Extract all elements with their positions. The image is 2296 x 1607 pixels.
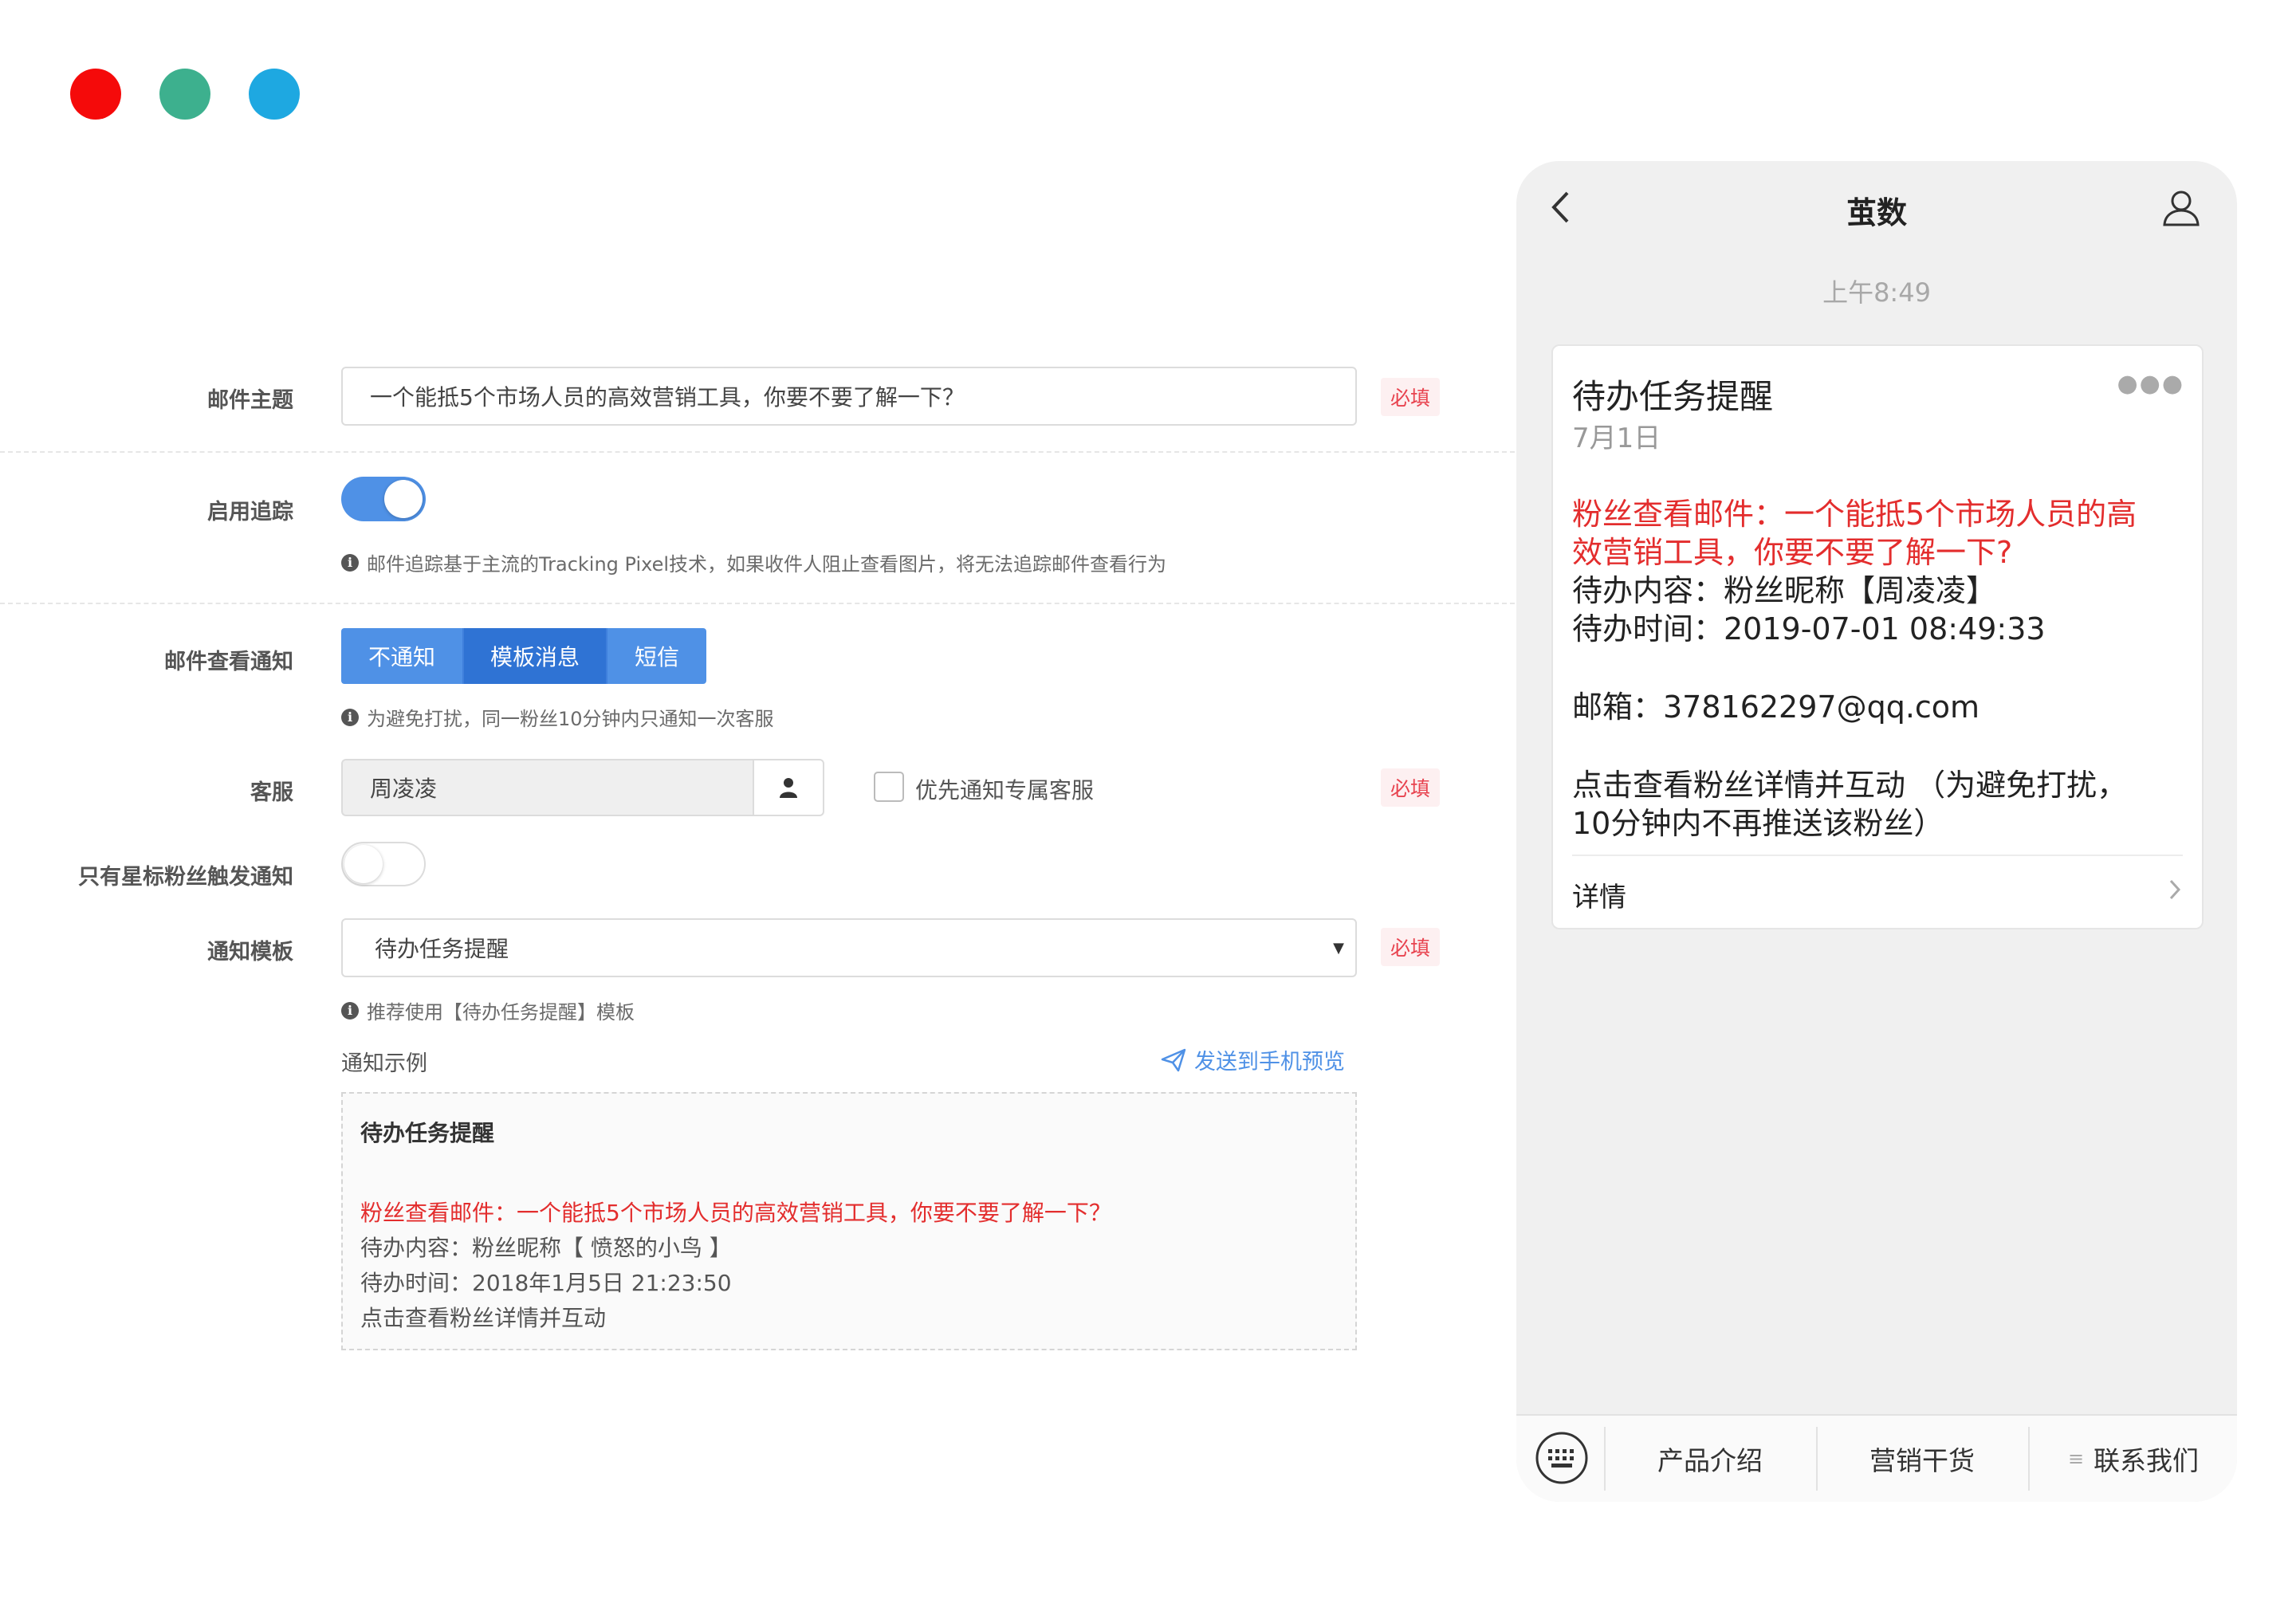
subject-input[interactable]: 一个能抵5个市场人员的高效营销工具，你要不要了解一下？: [341, 367, 1357, 426]
card-date: 7月1日: [1572, 422, 1661, 454]
tracking-toggle[interactable]: [341, 477, 426, 521]
keyboard-icon[interactable]: [1534, 1430, 1590, 1486]
template-required-badge: 必填: [1381, 928, 1440, 966]
example-title: 待办任务提醒: [360, 1120, 495, 1146]
tracking-label: 启用追踪: [207, 500, 293, 525]
agent-input[interactable]: 周凌凌: [341, 759, 754, 816]
notify-segmented-control[interactable]: 不通知 模板消息 短信: [341, 628, 706, 684]
caret-down-icon: ▼: [1333, 939, 1344, 957]
menu-list-icon: ≡: [2067, 1448, 2085, 1470]
paper-plane-icon: [1161, 1048, 1186, 1071]
card-separator: [1572, 855, 2183, 856]
profile-icon[interactable]: [2162, 190, 2200, 226]
subject-required-badge: 必填: [1381, 378, 1440, 416]
notify-label: 邮件查看通知: [164, 650, 293, 674]
example-line-action: 点击查看粉丝详情并互动: [360, 1305, 607, 1331]
template-select-value: 待办任务提醒: [375, 936, 509, 962]
example-red-line: 粉丝查看邮件：一个能抵5个市场人员的高效营销工具，你要不要了解一下？: [360, 1200, 1111, 1226]
example-line-time: 待办时间：2018年1月5日 21:23:50: [360, 1270, 732, 1296]
minimize-dot[interactable]: [159, 69, 210, 120]
starred-toggle[interactable]: [341, 842, 426, 886]
agent-label: 客服: [250, 780, 293, 805]
chevron-right-icon: [2169, 879, 2181, 900]
tracking-hint-text: 邮件追踪基于主流的Tracking Pixel技术，如果收件人阻止查看图片，将无…: [367, 553, 1167, 576]
maximize-dot[interactable]: [249, 69, 300, 120]
toggle-knob: [344, 845, 383, 883]
chat-title: 茧数: [1846, 195, 1907, 230]
notify-hint-text: 为避免打扰，同一粉丝10分钟内只通知一次客服: [367, 708, 774, 730]
message-time: 上午8:49: [1822, 277, 1931, 308]
user-icon: [780, 778, 797, 798]
menu-tab-marketing[interactable]: 营销干货: [1818, 1416, 2027, 1502]
menu-tab-contact-label: 联系我们: [2094, 1445, 2200, 1476]
tracking-hint: i 邮件追踪基于主流的Tracking Pixel技术，如果收件人阻止查看图片，…: [341, 548, 1166, 576]
card-red-line-2: 效营销工具，你要不要了解一下?: [1572, 535, 2013, 570]
notification-example-box: 待办任务提醒 粉丝查看邮件：一个能抵5个市场人员的高效营销工具，你要不要了解一下…: [341, 1092, 1357, 1350]
section-divider: [0, 451, 1515, 453]
menu-tab-product[interactable]: 产品介绍: [1606, 1416, 1814, 1502]
info-icon: i: [341, 708, 359, 726]
card-details-link[interactable]: 详情: [1572, 875, 1626, 914]
toggle-knob: [384, 480, 423, 518]
info-icon: i: [341, 1001, 359, 1020]
send-preview-link[interactable]: 发送到手机预览: [1161, 1044, 1345, 1075]
starred-label: 只有星标粉丝触发通知: [78, 865, 293, 890]
card-red-line-1: 粉丝查看邮件：一个能抵5个市场人员的高: [1572, 497, 2137, 532]
example-label: 通知示例: [341, 1051, 427, 1076]
notify-option-none[interactable]: 不通知: [341, 628, 462, 684]
template-hint-text: 推荐使用【待办任务提醒】模板: [367, 1001, 635, 1024]
info-icon: i: [341, 553, 359, 572]
more-icon[interactable]: ●●●: [2117, 370, 2184, 398]
template-select[interactable]: 待办任务提醒 ▼: [341, 918, 1357, 977]
card-content: 待办内容：粉丝昵称【周凌凌】: [1572, 573, 1997, 608]
agent-required-badge: 必填: [1381, 768, 1440, 807]
template-label: 通知模板: [207, 940, 293, 965]
menu-tab-contact[interactable]: ≡ 联系我们: [2030, 1416, 2237, 1502]
notify-hint: i 为避免打扰，同一粉丝10分钟内只通知一次客服: [341, 703, 774, 731]
subject-label: 邮件主题: [207, 388, 293, 413]
card-time: 待办时间：2019-07-01 08:49:33: [1572, 611, 2046, 646]
section-divider: [0, 603, 1515, 604]
agent-picker-button[interactable]: [753, 759, 824, 816]
phone-preview: 茧数 上午8:49 待办任务提醒 ●●● 7月1日 粉丝查看邮件：一个能抵5个市…: [1516, 161, 2237, 1502]
template-hint: i 推荐使用【待办任务提醒】模板: [341, 996, 635, 1024]
notify-option-template[interactable]: 模板消息: [462, 628, 606, 684]
example-line-content: 待办内容：粉丝昵称【 愤怒的小鸟 】: [360, 1235, 732, 1261]
card-email: 邮箱：378162297@qq.com: [1572, 690, 1980, 725]
template-message-card[interactable]: 待办任务提醒 ●●● 7月1日 粉丝查看邮件：一个能抵5个市场人员的高 效营销工…: [1551, 344, 2204, 929]
card-action-line-1: 点击查看粉丝详情并互动 （为避免打扰，: [1572, 768, 2128, 803]
send-preview-text: 发送到手机预览: [1194, 1050, 1345, 1075]
priority-agent-label: 优先通知专属客服: [915, 777, 1095, 804]
chat-menu-bar: 产品介绍 营销干货 ≡ 联系我们: [1516, 1414, 2237, 1502]
priority-agent-checkbox[interactable]: [874, 772, 904, 802]
card-action-line-2: 10分钟内不再推送该粉丝）: [1572, 806, 1944, 841]
close-dot[interactable]: [70, 69, 121, 120]
card-title: 待办任务提醒: [1572, 377, 1774, 416]
notify-option-sms[interactable]: 短信: [606, 628, 706, 684]
